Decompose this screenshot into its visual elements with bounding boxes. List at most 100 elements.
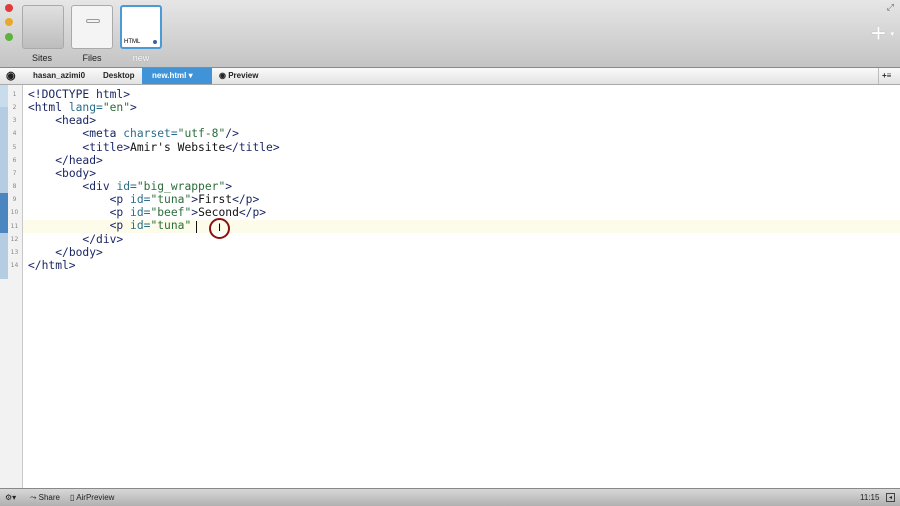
unsaved-dot-icon: [153, 40, 157, 44]
cursor-position: 11:15: [860, 493, 880, 502]
line-number: 14: [10, 261, 19, 269]
line-number: 2: [12, 104, 17, 112]
code-token: id=: [130, 219, 151, 233]
text-cursor: [196, 221, 197, 233]
line-number: 11: [10, 222, 19, 230]
airpreview-button[interactable]: ▯ AirPreview: [70, 493, 114, 502]
code-line[interactable]: <p id="beef">Second</p>: [28, 206, 280, 219]
code-token: <html: [28, 101, 69, 115]
files-tile[interactable]: [71, 5, 113, 49]
code-token: </p>: [238, 206, 267, 220]
code-token: </html>: [28, 258, 76, 272]
code-token: <p: [109, 219, 131, 233]
code-token: charset=: [123, 127, 178, 141]
code-token: id=: [130, 193, 151, 207]
code-token: <title>: [82, 140, 131, 154]
code-line[interactable]: <title>Amir's Website</title>: [28, 140, 280, 154]
code-line[interactable]: <div id="big_wrapper">: [28, 180, 280, 193]
gear-icon[interactable]: ⚙▾: [5, 493, 16, 502]
zoom-window-button[interactable]: [5, 33, 13, 41]
share-button[interactable]: ⤳ Share: [30, 493, 60, 503]
code-editor[interactable]: <!DOCTYPE html> <html lang="en"> <head> <…: [28, 88, 280, 272]
code-token: >: [225, 179, 233, 193]
code-line[interactable]: </head>: [28, 154, 280, 167]
code-token: "utf-8": [177, 127, 226, 141]
code-line[interactable]: </html>: [28, 259, 280, 272]
code-token: <head>: [55, 114, 97, 128]
status-bar: ⚙▾ ⤳ Share ▯ AirPreview 11:15 ◂: [0, 488, 900, 506]
line-number: 6: [12, 156, 17, 164]
code-line[interactable]: <head>: [28, 114, 280, 127]
chevron-down-icon[interactable]: ▾: [890, 30, 894, 38]
line-number: 13: [10, 248, 19, 256]
code-line[interactable]: <!DOCTYPE html>: [28, 88, 280, 101]
code-token: />: [225, 127, 239, 141]
code-line[interactable]: <meta charset="utf-8"/>: [28, 127, 280, 140]
code-token: "big_wrapper": [136, 179, 226, 193]
code-line[interactable]: <html lang="en">: [28, 101, 280, 114]
line-number: 1: [12, 91, 17, 98]
sites-label: Sites: [31, 53, 52, 63]
code-token: <body>: [55, 166, 97, 180]
files-icon: [86, 19, 100, 23]
line-number: 3: [12, 117, 17, 125]
share-label: Share: [38, 493, 60, 502]
add-split-button[interactable]: +≡: [878, 68, 891, 84]
fold-marker: [0, 85, 8, 107]
code-token: lang=: [68, 101, 103, 115]
files-label: Files: [82, 53, 102, 63]
breadcrumb: ◉ hasan_azimi0 Desktop new.html ▾ ◉ Prev…: [0, 68, 900, 85]
code-token: First: [198, 193, 233, 207]
code-token: </title>: [225, 140, 280, 154]
code-token: "beef": [150, 206, 192, 220]
code-line[interactable]: </body>: [28, 246, 280, 259]
eye-toggle-icon[interactable]: ◉: [6, 68, 16, 84]
new-label: new: [132, 53, 150, 63]
plus-icon[interactable]: +: [871, 18, 886, 49]
code-token: <!DOCTYPE html>: [28, 88, 131, 101]
breadcrumb-file-tab[interactable]: new.html ▾: [142, 68, 212, 84]
close-window-button[interactable]: [5, 4, 13, 12]
mouse-ibeam-icon: I: [209, 218, 230, 239]
code-line[interactable]: <p id="tuna">First</p>: [28, 193, 280, 206]
breadcrumb-desktop[interactable]: Desktop: [103, 68, 135, 84]
new-file-tile[interactable]: HTML: [120, 5, 162, 49]
file-name: new.html: [152, 71, 187, 80]
code-token: "tuna": [150, 193, 192, 207]
sidebar-toggle-icon[interactable]: ◂: [886, 493, 895, 502]
code-token: Amir's Website: [130, 140, 226, 154]
line-number: 7: [12, 169, 17, 177]
code-token: id=: [130, 206, 151, 220]
code-token: </div>: [82, 232, 124, 246]
line-number: 8: [12, 183, 17, 191]
html-badge: HTML: [124, 39, 141, 45]
sites-tile[interactable]: [22, 5, 64, 49]
code-line[interactable]: <body>: [28, 167, 280, 180]
airpreview-label: AirPreview: [76, 493, 115, 502]
preview-button[interactable]: ◉ Preview: [219, 68, 258, 84]
preview-label: Preview: [228, 71, 259, 80]
code-line[interactable]: <p id="tuna": [28, 219, 280, 232]
code-token: </head>: [55, 153, 103, 167]
line-number: 4: [12, 130, 17, 138]
breadcrumb-user[interactable]: hasan_azimi0: [33, 68, 85, 84]
line-number: 5: [12, 143, 17, 151]
code-token: "tuna": [150, 219, 192, 233]
code-token: <meta: [82, 127, 124, 141]
fullscreen-icon[interactable]: ⤢: [887, 2, 894, 13]
line-number: 9: [12, 196, 17, 204]
code-line[interactable]: </div>: [28, 233, 280, 246]
eye-icon: ◉: [219, 71, 226, 80]
code-token: "en": [102, 101, 131, 115]
minimize-window-button[interactable]: [5, 18, 13, 26]
